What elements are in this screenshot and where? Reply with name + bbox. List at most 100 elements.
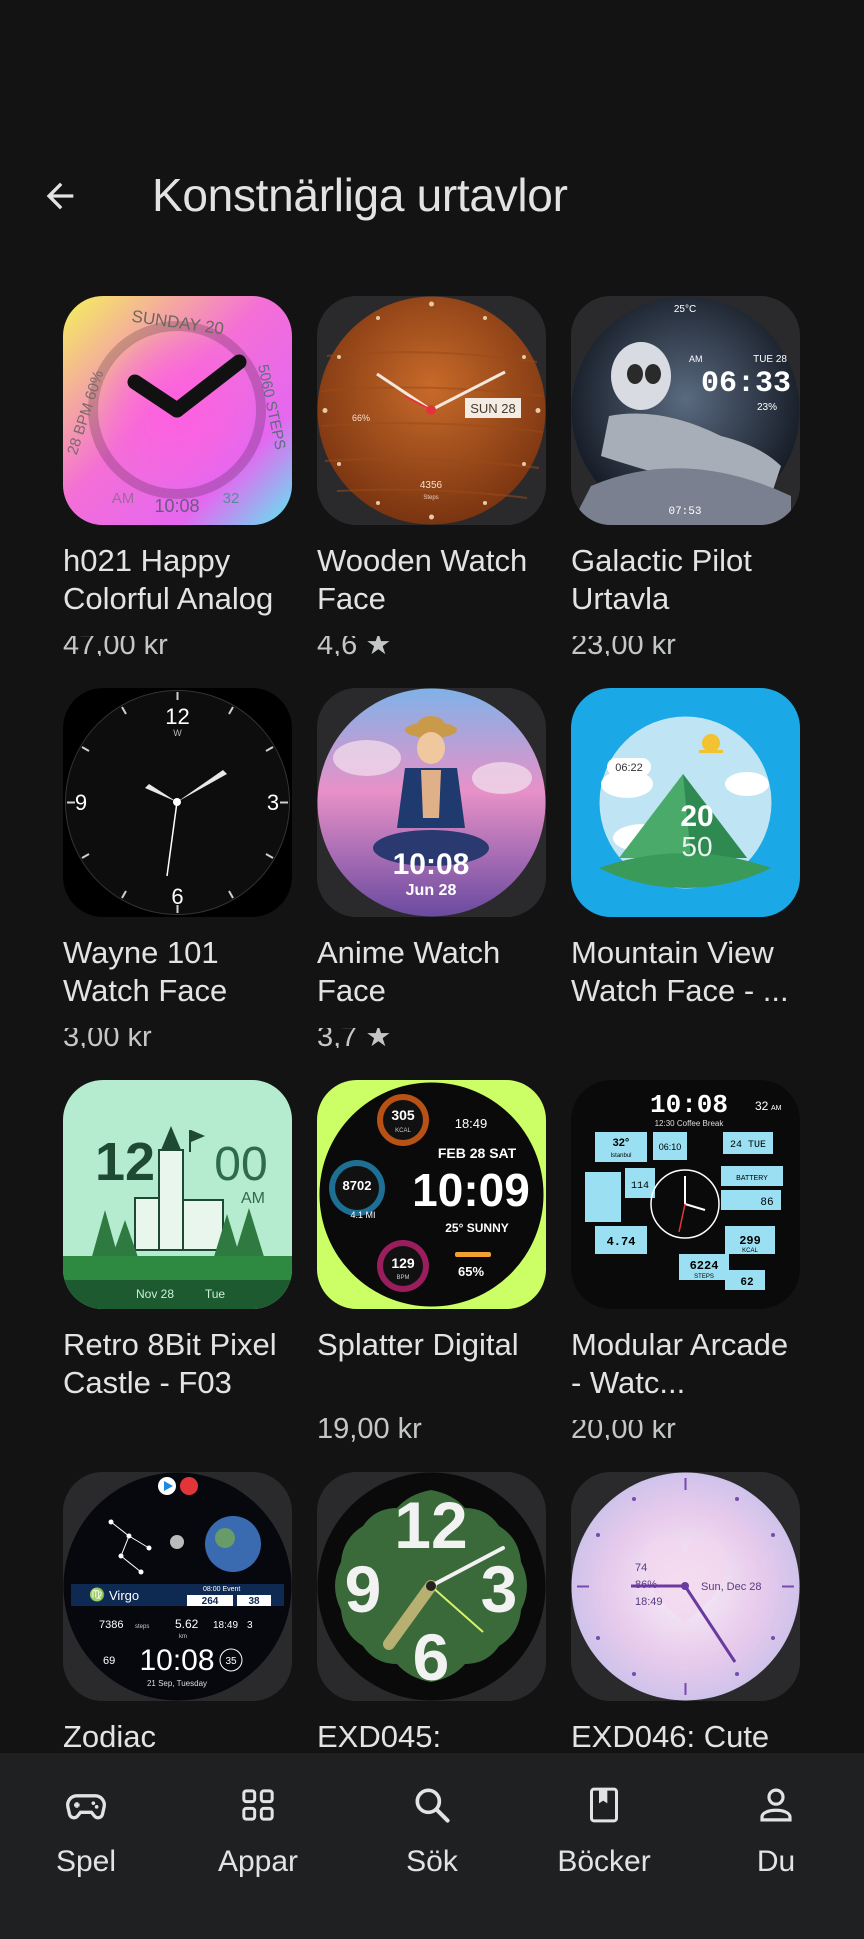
app-thumbnail: 25°C AM TUE 28 06:33 23% 07:53: [571, 296, 800, 525]
watch-date: 21 Sep, Tuesday: [147, 1679, 207, 1688]
app-name: Wayne 101 Watch Face: [63, 935, 228, 1008]
watch-km-label: km: [179, 1634, 187, 1640]
nav-label: Du: [756, 1845, 796, 1878]
watch-number: 3: [247, 1620, 253, 1631]
watch-city: Istanbul: [610, 1153, 631, 1159]
app-price: 3,00 kr: [63, 1028, 152, 1048]
search-icon: [415, 1788, 450, 1823]
app-price: 23,00 kr: [571, 636, 676, 656]
bottom-navigation: Spel Appar Sök Böcker Du: [0, 1753, 864, 1939]
watch-time: 06:33: [701, 367, 791, 401]
watch-steps: 4356: [420, 480, 443, 491]
watch-km: 5.62: [175, 1617, 199, 1631]
watch-time: 10:08: [139, 1644, 214, 1677]
watch-hour: 20: [680, 800, 713, 833]
app-thumbnail: 10:08 Jun 28: [317, 688, 546, 917]
watch-3: 3: [267, 790, 279, 815]
app-rating: 3,7 ★: [317, 1028, 392, 1048]
watch-time: 10:08: [650, 1090, 728, 1120]
app-card[interactable]: SUNDAY 20 28 BPM 60% 5060 STEPS AM 10:08…: [63, 296, 293, 656]
watch-pct: 62: [740, 1277, 753, 1289]
app-card[interactable]: 25°C AM TUE 28 06:33 23% 07:53 Galactic …: [571, 296, 801, 656]
watch-ampm: AM: [241, 1190, 265, 1207]
app-card[interactable]: 06:22 20 50 Mountain View Watch Face - .…: [571, 688, 801, 1038]
app-card[interactable]: 305 KCAL 18:49 FEB 28 SAT 8702 4.1 MI 10…: [317, 1080, 547, 1445]
watch-9: 9: [345, 1552, 382, 1626]
app-name: EXD046: Cute: [571, 1719, 770, 1754]
nav-item-books[interactable]: Böcker: [518, 1775, 690, 1895]
app-thumbnail: 12 00 AM Nov 28 Tue: [63, 1080, 292, 1309]
watch-battery-label: BATTERY: [736, 1175, 768, 1182]
watch-6: 6: [171, 884, 183, 909]
page-title: Konstnärliga urtavlor: [152, 169, 568, 221]
app-thumbnail: SUN 28 66% 4356 Steps: [317, 296, 546, 525]
app-name: Modular Arcade - Watc...: [571, 1327, 789, 1400]
watch-day: 24 TUE: [730, 1140, 766, 1151]
watch-minute: 00: [214, 1138, 267, 1191]
watch-logo: W: [173, 728, 182, 738]
watch-hour: 12: [95, 1132, 155, 1192]
nav-item-you[interactable]: Du: [690, 1775, 862, 1895]
watch-day: Tue: [205, 1287, 226, 1301]
app-card[interactable]: 12 W 3 6 9 Wayne 101 Watch Face 3,00 kr: [63, 688, 293, 1048]
watch-date: SUN 28: [470, 401, 516, 416]
watch-event: 12:30 Coffee Break: [655, 1119, 725, 1128]
watch-temp: 25°C: [674, 304, 696, 315]
back-button[interactable]: [30, 166, 90, 226]
watch-minute: 50: [681, 831, 712, 862]
watch-steps: 7386: [99, 1619, 123, 1631]
watch-date: TUE 28: [753, 354, 787, 365]
app-name: Wooden Watch Face: [317, 543, 528, 616]
watch-date: Sun, Dec 28: [701, 1581, 762, 1593]
nav-label: Böcker: [557, 1845, 651, 1878]
watch-kcal-label: KCAL: [395, 1128, 411, 1134]
watch-kcal: 305: [391, 1107, 415, 1123]
watch-date: Jun 28: [406, 882, 457, 899]
watch-kcal-label: KCAL: [742, 1248, 758, 1254]
app-price: 20,00 kr: [571, 1420, 676, 1440]
app-name: Anime Watch Face: [317, 935, 501, 1008]
watch-9: 9: [75, 790, 87, 815]
watch-battery: 65%: [458, 1264, 484, 1279]
watch-sec: 32: [755, 1099, 769, 1113]
gamepad-icon: [66, 1794, 106, 1820]
nav-label: Appar: [217, 1845, 299, 1878]
watch-bpm: 129: [391, 1255, 415, 1271]
page: Konstnärliga urtavlor SUNDAY 20 28 BPM 6…: [0, 0, 864, 1939]
watch-3: 3: [481, 1552, 518, 1626]
watch-sign: Virgo: [109, 1588, 139, 1603]
watch-12: 12: [394, 1488, 467, 1562]
watch-chip: 06:22: [615, 762, 643, 774]
watch-ampm: AM: [112, 490, 135, 507]
nav-item-games[interactable]: Spel: [0, 1775, 172, 1895]
app-name: Galactic Pilot Urtavla: [571, 543, 752, 616]
watch-battery: 66%: [352, 413, 370, 423]
watch-ampm: AM: [689, 354, 703, 364]
app-card[interactable]: 10:08 Jun 28 Anime Watch Face 3,7 ★: [317, 688, 547, 1048]
watch-dist: 4.1 MI: [350, 1210, 375, 1220]
watch-steps-label: STEPS: [694, 1274, 714, 1280]
watch-bpm-label: BPM: [396, 1275, 409, 1281]
app-thumbnail: 74 86% 18:49 Sun, Dec 28: [571, 1472, 800, 1701]
watch-bpm: 114: [631, 1181, 649, 1192]
watch-battery: 23%: [757, 402, 777, 413]
watch-clock: 06:10: [659, 1142, 682, 1152]
nav-item-apps[interactable]: Appar: [172, 1775, 344, 1895]
nav-item-search[interactable]: Sök: [346, 1775, 518, 1895]
app-card[interactable]: 12 00 AM Nov 28 Tue Retro 8Bit Pixel Cas…: [63, 1080, 293, 1430]
watch-date: Nov 28: [136, 1287, 174, 1301]
person-icon: [760, 1788, 792, 1822]
app-name: Zodiac: [63, 1719, 157, 1754]
svg-text:♍: ♍: [89, 1587, 105, 1602]
nav-label: Sök: [406, 1845, 458, 1878]
app-card[interactable]: 10:08 32 AM 12:30 Coffee Break 32° Istan…: [571, 1080, 801, 1440]
arrow-back-icon: [46, 182, 74, 210]
app-name: EXD045:: [317, 1719, 442, 1754]
watch-bpm: 69: [103, 1655, 115, 1667]
app-card[interactable]: SUN 28 66% 4356 Steps Wooden Watch Face …: [317, 296, 547, 656]
watch-kcal: 299: [739, 1234, 761, 1248]
watch-v2: 38: [248, 1596, 260, 1607]
watch-temp: 32: [223, 490, 240, 507]
app-thumbnail: 305 KCAL 18:49 FEB 28 SAT 8702 4.1 MI 10…: [317, 1080, 546, 1309]
watch-6: 6: [413, 1620, 450, 1694]
